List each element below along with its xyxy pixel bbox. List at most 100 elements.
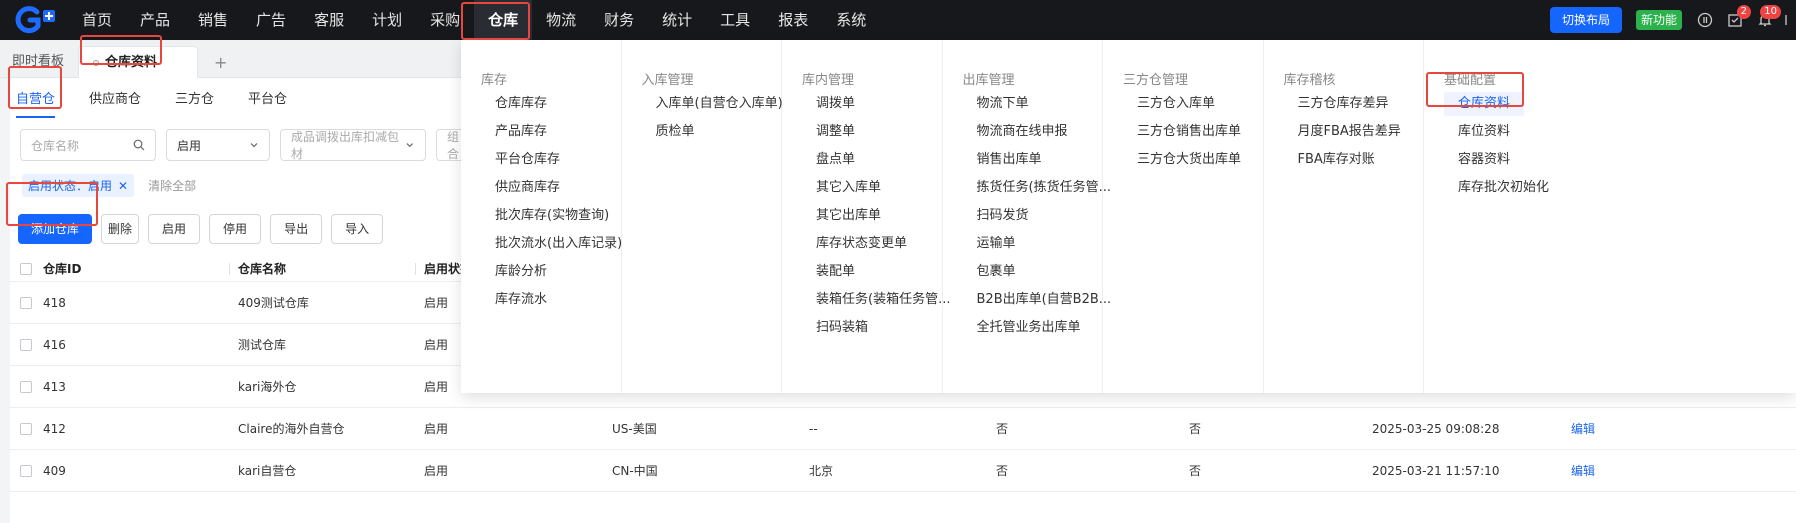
info-icon[interactable] bbox=[1692, 0, 1718, 40]
subtab-self[interactable]: 自营仓 bbox=[16, 88, 56, 118]
menu-item[interactable]: 容器资料 bbox=[1458, 148, 1510, 172]
nav-item[interactable]: 计划 bbox=[358, 0, 416, 40]
top-nav: 首页 产品 销售 广告 客服 计划 采购 仓库 物流 财务 统计 工具 报表 系统 切换布局 新功能 2 … bbox=[0, 0, 1796, 40]
menu-item[interactable]: 包裹单 bbox=[977, 260, 1016, 284]
menu-item[interactable]: 盘点单 bbox=[816, 148, 855, 172]
menu-item[interactable]: 其它出库单 bbox=[816, 204, 881, 228]
menu-item[interactable]: FBA库存对账 bbox=[1298, 148, 1375, 172]
menu-item[interactable]: 库存流水 bbox=[495, 288, 547, 312]
nav-right: 切换布局 新功能 2 10 bbox=[1549, 0, 1796, 40]
toolbar: 添加仓库 删除 启用 停用 导出 导入 bbox=[18, 214, 392, 244]
search-placeholder: 仓库名称 bbox=[31, 138, 80, 153]
search-input[interactable]: 仓库名称 bbox=[20, 129, 156, 161]
menu-item[interactable]: 仓库资料 bbox=[1444, 92, 1525, 116]
menu-item[interactable]: 调拨单 bbox=[816, 92, 855, 116]
new-feature-button[interactable]: 新功能 bbox=[1635, 10, 1682, 30]
delete-button[interactable]: 删除 bbox=[101, 214, 140, 244]
menu-item[interactable]: 供应商库存 bbox=[495, 176, 560, 200]
task-icon[interactable]: 2 bbox=[1722, 0, 1751, 40]
row-checkbox[interactable] bbox=[10, 296, 35, 309]
clear-all-link[interactable]: 清除全部 bbox=[148, 177, 196, 194]
menu-item[interactable]: 质检单 bbox=[656, 120, 695, 144]
menu-item[interactable]: 扫码装箱 bbox=[816, 316, 868, 340]
header-name[interactable]: 仓库名称 bbox=[230, 260, 416, 277]
menu-item[interactable]: 物流下单 bbox=[977, 92, 1029, 116]
filter-chip[interactable]: 启用状态：启用 ✕ bbox=[22, 174, 135, 197]
row-checkbox[interactable] bbox=[10, 380, 35, 393]
row-checkbox[interactable] bbox=[10, 338, 35, 351]
nav-item[interactable]: 仓库 bbox=[474, 0, 533, 40]
nav-item[interactable]: 采购 bbox=[416, 0, 474, 40]
nav-item[interactable]: 首页 bbox=[68, 0, 126, 40]
status-select[interactable]: 启用 bbox=[166, 129, 270, 161]
menu-item[interactable]: 三方仓入库单 bbox=[1137, 92, 1215, 116]
menu-item[interactable]: 拣货任务(拣货任务管... bbox=[977, 176, 1111, 200]
nav-item[interactable]: 报表 bbox=[764, 0, 822, 40]
menu-item[interactable]: 全托管业务出库单 bbox=[977, 316, 1081, 340]
menu-item[interactable]: 库位资料 bbox=[1458, 120, 1510, 144]
menu-item[interactable]: 三方仓销售出库单 bbox=[1137, 120, 1241, 144]
menu-item[interactable]: 平台仓库存 bbox=[495, 148, 560, 172]
menu-item[interactable]: 销售出库单 bbox=[977, 148, 1042, 172]
deduct-select[interactable]: 成品调拨出库扣减包材 bbox=[280, 129, 426, 161]
nav-item[interactable]: 客服 bbox=[300, 0, 358, 40]
menu-item[interactable]: 库存状态变更单 bbox=[816, 232, 907, 256]
row-checkbox[interactable] bbox=[10, 422, 35, 435]
subtab-third-party[interactable]: 三方仓 bbox=[175, 88, 214, 118]
cell-time: 2025-03-21 11:57:10 bbox=[1372, 463, 1500, 478]
menu-item[interactable]: 三方仓大货出库单 bbox=[1137, 148, 1241, 172]
nav-item[interactable]: 产品 bbox=[126, 0, 184, 40]
import-button[interactable]: 导入 bbox=[331, 214, 384, 244]
add-warehouse-button[interactable]: 添加仓库 bbox=[18, 214, 93, 244]
disable-button[interactable]: 停用 bbox=[209, 214, 262, 244]
cell-time: 2025-03-25 09:08:28 bbox=[1372, 421, 1500, 436]
menu-item[interactable]: 批次流水(出入库记录) bbox=[495, 232, 622, 256]
menu-item[interactable]: 月度FBA报告差异 bbox=[1298, 120, 1401, 144]
nav-item[interactable]: 广告 bbox=[242, 0, 300, 40]
switch-layout-button[interactable]: 切换布局 bbox=[1549, 7, 1622, 33]
menu-item[interactable]: 装箱任务(装箱任务管... bbox=[816, 288, 950, 312]
nav-item[interactable]: 销售 bbox=[184, 0, 242, 40]
menu-item[interactable]: 三方仓库存差异 bbox=[1298, 92, 1389, 116]
menu-item[interactable]: B2B出库单(自营B2B... bbox=[977, 288, 1112, 312]
menu-column: 库存 仓库库存 产品库存 平台仓库存 供应商库存 批次库存(实物查询) 批次流水(出入库记录… bbox=[461, 40, 622, 393]
task-badge: 2 bbox=[1736, 5, 1751, 19]
menu-item[interactable]: 装配单 bbox=[816, 260, 855, 284]
export-button[interactable]: 导出 bbox=[270, 214, 323, 244]
add-tab-button[interactable]: + bbox=[214, 53, 227, 72]
menu-item[interactable]: 仓库库存 bbox=[495, 92, 547, 116]
menu-item[interactable]: 运输单 bbox=[977, 232, 1016, 256]
menu-item[interactable]: 库龄分析 bbox=[495, 260, 547, 284]
menu-item[interactable]: 库存批次初始化 bbox=[1458, 176, 1549, 200]
menu-item[interactable]: 扫码发货 bbox=[977, 204, 1029, 228]
table-row[interactable]: 409 kari自营仓 启用 CN-中国 北京 否 否 2025-03-21 11:57:10… bbox=[10, 450, 1796, 492]
tab-warehouse-info[interactable]: 仓库资料 bbox=[78, 46, 198, 78]
more-icon[interactable] bbox=[1782, 0, 1796, 40]
header-id[interactable]: 仓库ID bbox=[35, 260, 230, 277]
nav-item[interactable]: 物流 bbox=[532, 0, 590, 40]
nav-item[interactable]: 财务 bbox=[590, 0, 648, 40]
menu-item[interactable]: 其它入库单 bbox=[816, 176, 881, 200]
menu-item[interactable]: 调整单 bbox=[816, 120, 855, 144]
menu-item[interactable]: 入库单(自营仓入库单) bbox=[656, 92, 783, 116]
table-row[interactable]: 412 Claire的海外自营仓 启用 US-美国 -- 否 否 2025-03-25 09:… bbox=[10, 408, 1796, 450]
subtab-supplier[interactable]: 供应商仓 bbox=[89, 88, 141, 118]
menu-item[interactable]: 批次库存(实物查询) bbox=[495, 204, 609, 228]
enable-button[interactable]: 启用 bbox=[148, 214, 201, 244]
tab-dashboard[interactable]: 即时看板 bbox=[12, 46, 64, 78]
subtab-platform[interactable]: 平台仓 bbox=[248, 88, 287, 118]
cell-a: 否 bbox=[996, 422, 1009, 436]
edit-link[interactable]: 编辑 bbox=[1563, 420, 1603, 437]
menu-item[interactable]: 物流商在线申报 bbox=[977, 120, 1068, 144]
close-icon[interactable]: ✕ bbox=[118, 179, 128, 193]
nav-item[interactable]: 统计 bbox=[648, 0, 706, 40]
nav-item[interactable]: 工具 bbox=[706, 0, 764, 40]
nav-item[interactable]: 系统 bbox=[822, 0, 880, 40]
edit-link[interactable]: 编辑 bbox=[1563, 462, 1603, 479]
header-checkbox[interactable] bbox=[10, 262, 35, 275]
bell-icon[interactable]: 10 bbox=[1752, 0, 1781, 40]
menu-item[interactable]: 产品库存 bbox=[495, 120, 547, 144]
row-checkbox[interactable] bbox=[10, 464, 35, 477]
logo[interactable] bbox=[0, 0, 68, 40]
cell-status: 启用 bbox=[424, 422, 449, 436]
